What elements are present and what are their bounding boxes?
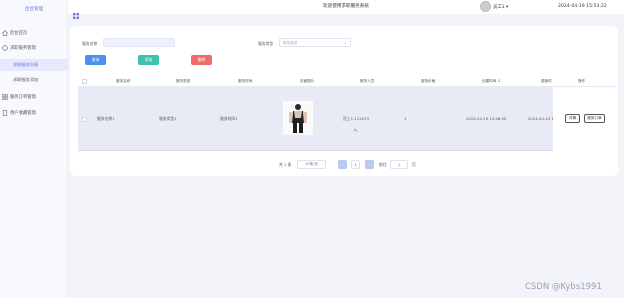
sidebar-item-label: 求职服务管理 — [10, 46, 36, 51]
column-header: 服务类型 — [176, 79, 191, 83]
page-1-button[interactable]: 1 — [351, 160, 360, 169]
search-button[interactable]: 查询 — [85, 55, 106, 65]
service-type-placeholder: 服务类型 — [283, 41, 298, 45]
cell-staff: 员工1-112233 — [343, 116, 369, 121]
goto-page-value: 1 — [397, 162, 401, 167]
pagination-total: 共 1 条 — [279, 162, 292, 167]
datetime: 2024-04-19 15:53:22 — [558, 3, 607, 9]
brand-title: 后台管理 — [25, 7, 43, 12]
grid-icon — [2, 94, 8, 100]
cell-type: 服务类型1 — [159, 116, 177, 121]
orders-button[interactable]: 服务订单 — [584, 114, 605, 123]
service-name-input[interactable] — [103, 38, 175, 47]
page-title: 欢迎使用求职服务系统 — [323, 4, 369, 9]
sidebar-item-label: 求职服务添加 — [13, 77, 39, 82]
sidebar-item-label: 服务订单管理 — [10, 95, 36, 100]
cursor-icon: ↖ — [354, 128, 359, 134]
row-checkbox[interactable] — [82, 117, 87, 122]
watermark: CSDN @Kybs1991 — [525, 282, 602, 292]
service-type-select[interactable]: 服务类型 ⌄ — [279, 38, 351, 47]
select-all-checkbox[interactable] — [82, 79, 87, 84]
sidebar-item-orders[interactable]: 服务订单管理 — [0, 91, 68, 103]
goto-page-input[interactable]: 1 — [390, 160, 408, 169]
column-header: 更新时 — [541, 79, 552, 83]
cover-image — [283, 101, 313, 135]
column-header: 操作 — [578, 79, 586, 83]
avatar[interactable] — [480, 1, 491, 12]
detail-button[interactable]: 详情 — [565, 114, 580, 123]
next-page-button[interactable]: › — [365, 160, 374, 169]
sidebar-item-label: 用户收藏管理 — [10, 111, 36, 116]
column-header: 服务时间 — [238, 79, 253, 83]
chevron-down-icon: ⌄ — [343, 40, 347, 45]
table-row[interactable]: 服务名称1 服务类型1 服务时间1 员工1-112233 1 2024-04-1… — [78, 87, 616, 151]
sidebar-item-label: 求职服务列表 — [13, 62, 39, 67]
cell-time: 服务时间1 — [220, 116, 238, 121]
sidebar-item-service-list[interactable]: 求职服务列表 — [0, 59, 68, 71]
home-icon — [2, 30, 8, 36]
page-size-value: 10条/页 — [305, 162, 318, 166]
service-table: 服务名称 服务类型 服务时间 封面图片 服务人员 服务价格 创建时间 ↕ 更新时… — [78, 76, 616, 156]
service-type-label: 服务类型 — [258, 41, 274, 46]
column-header: 服务名称 — [116, 79, 131, 83]
column-header-sortable[interactable]: 创建时间 ↕ — [482, 79, 501, 84]
column-header: 服务价格 — [421, 79, 436, 83]
prev-page-button[interactable]: ‹ — [338, 160, 347, 169]
table-header: 服务名称 服务类型 服务时间 封面图片 服务人员 服务价格 创建时间 ↕ 更新时… — [78, 76, 616, 87]
user-menu[interactable]: 员工1 ▾ — [493, 4, 508, 10]
column-header: 服务人员 — [360, 79, 375, 83]
topbar: 欢迎使用求职服务系统 员工1 ▾ 2024-04-19 15:53:22 — [68, 0, 624, 19]
cell-name: 服务名称1 — [97, 116, 115, 121]
sidebar-item-service-add[interactable]: 求职服务添加 — [0, 74, 68, 86]
cell-created: 2024-04-19 15:48:50 — [466, 116, 507, 121]
folder-icon — [2, 45, 8, 51]
operation-cell: 详情 服务订单 — [553, 87, 616, 151]
sidebar-item-favorites[interactable]: 用户收藏管理 — [0, 107, 68, 119]
sidebar: 后台管理 后台首页 求职服务管理 求职服务列表 求职服务添加 服务订单管理 用户… — [0, 0, 68, 298]
sidebar-item-home[interactable]: 后台首页 — [0, 27, 68, 39]
page-size-select[interactable]: 10条/页 — [297, 160, 326, 169]
column-header: 封面图片 — [300, 79, 315, 83]
add-button[interactable]: 添加 — [138, 55, 159, 65]
sidebar-item-label: 后台首页 — [10, 31, 28, 36]
document-icon — [2, 110, 8, 116]
goto-label: 前往 — [379, 162, 387, 167]
page-unit-label: 页 — [412, 162, 416, 167]
cell-updated: 2024-04-19 15 — [528, 116, 557, 121]
sidebar-item-service-mgmt[interactable]: 求职服务管理 — [0, 42, 68, 54]
cell-price: 1 — [404, 116, 407, 121]
delete-button[interactable]: 删除 — [191, 55, 212, 65]
service-name-label: 服务名称 — [82, 41, 98, 46]
